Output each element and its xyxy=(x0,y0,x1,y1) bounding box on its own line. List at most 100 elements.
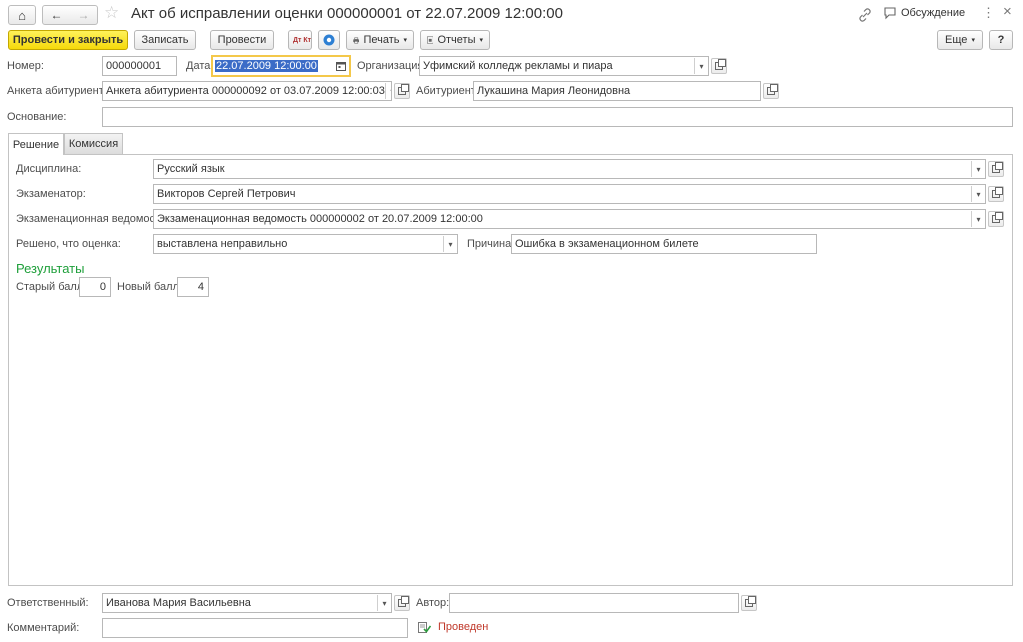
responsible-field[interactable]: Иванова Мария Васильевна ▾ xyxy=(102,593,392,613)
discipline-field[interactable]: Русский язык ▾ xyxy=(153,159,986,179)
application-form-value: Анкета абитуриента 000000092 от 03.07.20… xyxy=(106,85,385,97)
printer-icon xyxy=(353,37,360,43)
more-label: Еще xyxy=(945,34,968,46)
reports-label: Отчеты xyxy=(437,34,476,46)
author-field[interactable] xyxy=(449,593,739,613)
chevron-down-icon[interactable]: ▾ xyxy=(971,186,985,202)
calendar-icon[interactable] xyxy=(336,61,346,71)
chevron-down-icon: ▾ xyxy=(971,37,975,44)
open-icon xyxy=(992,212,1003,223)
home-icon: ⌂ xyxy=(18,7,26,23)
author-open-button[interactable] xyxy=(741,595,757,611)
tab-decision-label: Решение xyxy=(12,138,60,151)
date-label: Дата: xyxy=(186,60,214,72)
discipline-open-button[interactable] xyxy=(988,161,1004,177)
more-menu-icon[interactable]: ⋮ xyxy=(982,5,995,21)
date-value: 22.07.2009 12:00:00 xyxy=(215,60,318,72)
organization-open-button[interactable] xyxy=(711,58,727,74)
examiner-value: Викторов Сергей Петрович xyxy=(157,188,296,200)
page-title: Акт об исправлении оценки 000000001 от 2… xyxy=(131,5,563,22)
link-icon[interactable] xyxy=(858,8,872,22)
reason-field[interactable]: Ошибка в экзаменационном билете xyxy=(511,234,817,254)
exam-sheet-label: Экзаменационная ведомость: xyxy=(16,213,169,225)
open-icon xyxy=(992,187,1003,198)
tab-join xyxy=(9,153,63,155)
decided-value: выставлена неправильно xyxy=(157,238,288,250)
chevron-down-icon[interactable]: ▾ xyxy=(377,595,391,611)
favorite-star-icon[interactable]: ☆ xyxy=(104,3,119,23)
decided-label: Решено, что оценка: xyxy=(16,238,121,250)
open-icon xyxy=(767,84,778,95)
dt-kt-icon: Дт Кт xyxy=(293,36,312,44)
chevron-down-icon: ▾ xyxy=(403,37,407,44)
exam-sheet-value: Экзаменационная ведомость 000000002 от 2… xyxy=(157,213,483,225)
comment-label: Комментарий: xyxy=(7,622,80,634)
responsible-open-button[interactable] xyxy=(394,595,410,611)
save-button[interactable]: Записать xyxy=(134,30,196,50)
tab-commission-label: Комиссия xyxy=(68,138,119,150)
discussion-label: Обсуждение xyxy=(901,7,966,19)
open-icon xyxy=(398,84,409,95)
old-score-field[interactable]: 0 xyxy=(79,277,111,297)
chevron-down-icon[interactable]: ▾ xyxy=(971,161,985,177)
application-form-open-button[interactable] xyxy=(394,83,410,99)
organization-field[interactable]: Уфимский колледж рекламы и пиара ▾ xyxy=(419,56,709,76)
results-heading: Результаты xyxy=(16,261,85,276)
chat-icon xyxy=(884,7,896,20)
date-field[interactable]: 22.07.2009 12:00:00 xyxy=(211,55,351,77)
tab-commission[interactable]: Комиссия xyxy=(64,133,123,154)
report-icon xyxy=(427,36,434,44)
examiner-label: Экзаменатор: xyxy=(16,188,86,200)
number-value: 000000001 xyxy=(106,60,162,72)
home-button[interactable]: ⌂ xyxy=(8,5,36,25)
new-score-field[interactable]: 4 xyxy=(177,277,209,297)
posted-document-icon xyxy=(418,621,431,633)
print-label: Печать xyxy=(363,34,400,46)
exam-sheet-field[interactable]: Экзаменационная ведомость 000000002 от 2… xyxy=(153,209,986,229)
tab-decision[interactable]: Решение xyxy=(8,133,64,155)
globe-icon xyxy=(323,34,335,46)
application-form-field[interactable]: Анкета абитуриента 000000092 от 03.07.20… xyxy=(102,81,392,101)
reports-button[interactable]: Отчеты ▾ xyxy=(420,30,490,50)
chevron-down-icon[interactable]: ▾ xyxy=(971,211,985,227)
decided-field[interactable]: выставлена неправильно ▾ xyxy=(153,234,458,254)
forward-arrow-icon[interactable]: → xyxy=(78,8,90,22)
posted-status-text: Проведен xyxy=(438,621,489,633)
organization-value: Уфимский колледж рекламы и пиара xyxy=(423,60,613,72)
comment-field[interactable] xyxy=(102,618,408,638)
basis-field[interactable] xyxy=(102,107,1013,127)
help-button[interactable]: ? xyxy=(989,30,1013,50)
basis-label: Основание: xyxy=(7,111,67,123)
old-score-value: 0 xyxy=(99,281,106,293)
post-button[interactable]: Провести xyxy=(210,30,274,50)
discipline-label: Дисциплина: xyxy=(16,163,82,175)
posted-status: Проведен xyxy=(418,621,488,633)
chevron-down-icon[interactable]: ▾ xyxy=(694,58,708,74)
chevron-down-icon[interactable]: ▾ xyxy=(443,236,457,252)
applicant-open-button[interactable] xyxy=(763,83,779,99)
reason-value: Ошибка в экзаменационном билете xyxy=(515,238,699,250)
post-and-close-button[interactable]: Провести и закрыть xyxy=(8,30,128,50)
open-icon xyxy=(745,596,756,607)
nav-group: ← → xyxy=(42,5,98,25)
number-field[interactable]: 000000001 xyxy=(102,56,177,76)
more-button[interactable]: Еще ▾ xyxy=(937,30,983,50)
exam-sheet-open-button[interactable] xyxy=(988,211,1004,227)
examiner-field[interactable]: Викторов Сергей Петрович ▾ xyxy=(153,184,986,204)
globe-button[interactable] xyxy=(318,30,340,50)
applicant-value: Лукашина Мария Леонидовна xyxy=(477,85,631,97)
examiner-open-button[interactable] xyxy=(988,186,1004,202)
reason-label: Причина: xyxy=(467,238,515,250)
dt-kt-button[interactable]: Дт Кт xyxy=(288,30,312,50)
open-icon xyxy=(398,596,409,607)
close-icon[interactable]: × xyxy=(1003,3,1012,20)
print-button[interactable]: Печать ▾ xyxy=(346,30,414,50)
discussion-button[interactable]: Обсуждение xyxy=(883,6,965,20)
open-icon xyxy=(715,59,726,70)
old-score-label: Старый балл: xyxy=(16,281,87,293)
applicant-field[interactable]: Лукашина Мария Леонидовна xyxy=(473,81,761,101)
open-icon xyxy=(992,162,1003,173)
author-label: Автор: xyxy=(416,597,450,609)
back-arrow-icon[interactable]: ← xyxy=(51,8,63,22)
chevron-down-icon[interactable]: ▾ xyxy=(384,83,391,99)
